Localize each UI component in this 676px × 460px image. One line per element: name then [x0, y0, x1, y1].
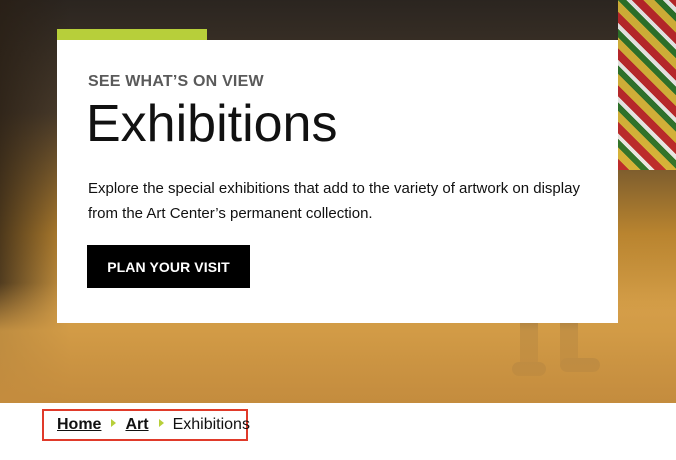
plan-your-visit-button[interactable]: PLAN YOUR VISIT: [87, 245, 250, 288]
hero-eyebrow: SEE WHAT’S ON VIEW: [88, 73, 264, 90]
accent-bar: [57, 29, 207, 40]
caret-right-icon: [158, 419, 164, 427]
exhibitions-page: SEE WHAT’S ON VIEW Exhibitions Explore t…: [0, 0, 676, 460]
hero-figure-pattern: [618, 0, 676, 170]
breadcrumb: Home Art Exhibitions: [42, 409, 250, 441]
breadcrumb-art-link[interactable]: Art: [125, 416, 148, 434]
breadcrumb-home-link[interactable]: Home: [57, 416, 101, 434]
caret-right-icon: [111, 419, 117, 427]
page-title: Exhibitions: [86, 95, 338, 153]
hero-description: Explore the special exhibitions that add…: [88, 180, 580, 222]
breadcrumb-current: Exhibitions: [172, 416, 250, 433]
